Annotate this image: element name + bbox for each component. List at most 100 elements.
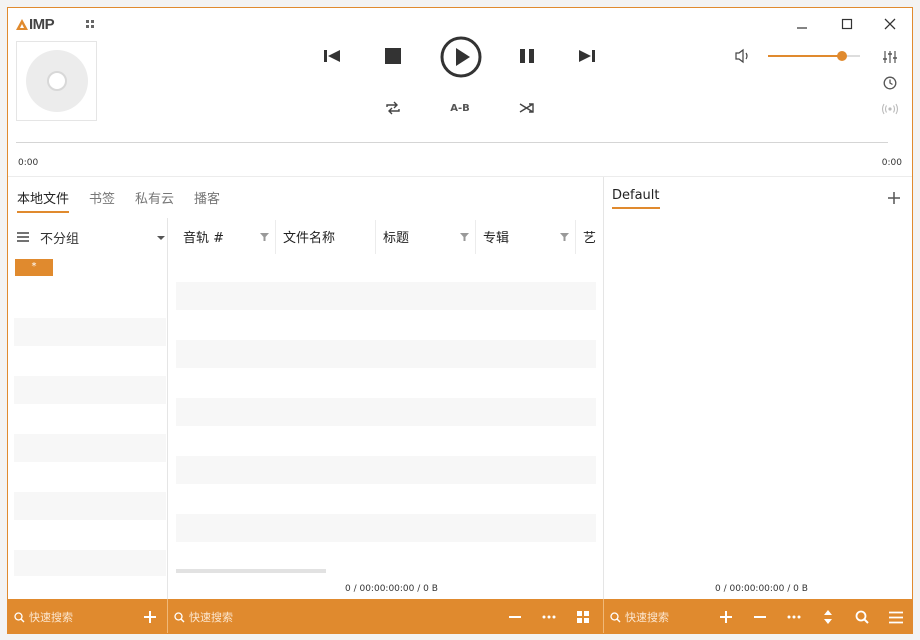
clock-icon xyxy=(883,76,897,90)
equalizer-button[interactable] xyxy=(879,48,901,66)
track-row-stripe xyxy=(176,340,596,368)
column-track-number[interactable]: 音轨 # xyxy=(183,218,275,254)
minimize-button[interactable] xyxy=(787,14,817,34)
shuffle-button[interactable] xyxy=(516,98,538,118)
minus-icon xyxy=(754,616,766,618)
search-placeholder: 快速搜索 xyxy=(189,611,233,624)
tab-bookmarks[interactable]: 书签 xyxy=(89,188,115,213)
playlist-more-button[interactable] xyxy=(782,599,806,633)
close-icon xyxy=(884,18,896,30)
tab-podcasts[interactable]: 播客 xyxy=(194,188,220,213)
column-label: 标题 xyxy=(383,230,410,246)
close-button[interactable] xyxy=(875,14,905,34)
logo-text: IMP xyxy=(29,15,55,33)
add-group-button[interactable] xyxy=(138,599,162,633)
logo-triangle-icon xyxy=(16,18,28,30)
group-row-stripe xyxy=(14,318,166,346)
pause-icon xyxy=(520,49,534,63)
filter-icon[interactable] xyxy=(260,233,269,241)
minimize-icon xyxy=(797,27,807,29)
time-total: 0:00 xyxy=(881,158,902,168)
previous-icon xyxy=(324,50,340,62)
column-separator xyxy=(375,220,376,254)
column-separator xyxy=(575,220,576,254)
maximize-button[interactable] xyxy=(832,14,862,34)
column-file-name[interactable]: 文件名称 xyxy=(283,218,375,254)
radio-button[interactable] xyxy=(879,100,901,118)
playlist-search[interactable]: 快速搜索 xyxy=(610,599,720,633)
tracks-search[interactable]: 快速搜索 xyxy=(174,599,324,633)
album-cover xyxy=(16,41,97,121)
equalizer-icon xyxy=(883,51,897,63)
scheduler-button[interactable] xyxy=(879,74,901,92)
library-search[interactable]: 快速搜索 xyxy=(14,599,144,633)
horizontal-scrollbar[interactable] xyxy=(176,569,326,573)
search-icon xyxy=(174,611,185,622)
menu-grip-icon[interactable] xyxy=(86,20,94,28)
chevron-down-icon xyxy=(157,236,165,240)
column-label: 文件名称 xyxy=(283,230,336,246)
volume-fill xyxy=(768,55,842,57)
group-by-label: 不分组 xyxy=(40,231,80,247)
next-icon xyxy=(579,50,595,62)
tab-private-cloud[interactable]: 私有云 xyxy=(135,188,174,213)
add-files-button[interactable] xyxy=(714,599,738,633)
add-playlist-button[interactable] xyxy=(884,188,904,208)
panel-divider xyxy=(603,177,604,599)
column-artist[interactable]: 艺 xyxy=(583,218,603,254)
grid-icon xyxy=(577,611,589,623)
stop-button[interactable] xyxy=(381,44,405,68)
broadcast-icon xyxy=(881,103,899,115)
stop-icon xyxy=(385,48,401,64)
toolbar-separator xyxy=(603,599,604,633)
repeat-icon xyxy=(386,101,400,115)
tab-local-files[interactable]: 本地文件 xyxy=(17,188,70,213)
column-label: 音轨 # xyxy=(183,230,225,246)
column-separator xyxy=(475,220,476,254)
volume-button[interactable] xyxy=(732,46,754,66)
column-album[interactable]: 专辑 xyxy=(483,218,575,254)
app-logo: IMP xyxy=(16,15,55,33)
library-status: 0 / 00:00:00:00 / 0 B xyxy=(345,584,438,594)
library-more-button[interactable] xyxy=(537,599,561,633)
more-icon xyxy=(787,615,801,619)
play-icon xyxy=(440,36,482,78)
playlist-tab-default[interactable]: Default xyxy=(612,188,660,209)
find-button[interactable] xyxy=(850,599,874,633)
ab-repeat-button[interactable]: A-B xyxy=(446,98,474,118)
play-button[interactable] xyxy=(439,35,483,79)
disc-icon xyxy=(25,50,88,112)
repeat-button[interactable] xyxy=(382,98,404,118)
remove-tracks-button[interactable] xyxy=(503,599,527,633)
group-by-select[interactable]: 不分组 xyxy=(16,226,166,248)
next-button[interactable] xyxy=(575,44,599,68)
column-title[interactable]: 标题 xyxy=(383,218,475,254)
group-row-stripe xyxy=(14,492,166,520)
column-label: 专辑 xyxy=(483,230,510,246)
group-item-all[interactable]: * xyxy=(15,259,53,276)
track-row-stripe xyxy=(176,514,596,542)
column-label: 艺 xyxy=(583,230,597,246)
playlist-menu-button[interactable] xyxy=(884,599,908,633)
track-row-stripe xyxy=(176,398,596,426)
search-icon xyxy=(610,611,621,622)
group-divider xyxy=(167,218,168,599)
view-mode-button[interactable] xyxy=(571,599,595,633)
more-icon xyxy=(542,615,556,619)
time-elapsed: 0:00 xyxy=(18,158,39,168)
maximize-icon xyxy=(841,18,853,30)
volume-slider[interactable] xyxy=(768,51,860,61)
seek-bar[interactable] xyxy=(16,142,888,143)
previous-button[interactable] xyxy=(320,44,344,68)
volume-knob[interactable] xyxy=(836,51,847,61)
plus-icon xyxy=(720,611,732,623)
remove-files-button[interactable] xyxy=(748,599,772,633)
group-row-stripe xyxy=(14,376,166,404)
pause-button[interactable] xyxy=(515,44,539,68)
sort-button[interactable] xyxy=(816,599,840,633)
speaker-icon xyxy=(735,48,748,64)
hamburger-icon xyxy=(17,232,29,242)
filter-icon[interactable] xyxy=(460,233,469,241)
filter-icon[interactable] xyxy=(560,233,569,241)
search-icon xyxy=(855,610,869,624)
